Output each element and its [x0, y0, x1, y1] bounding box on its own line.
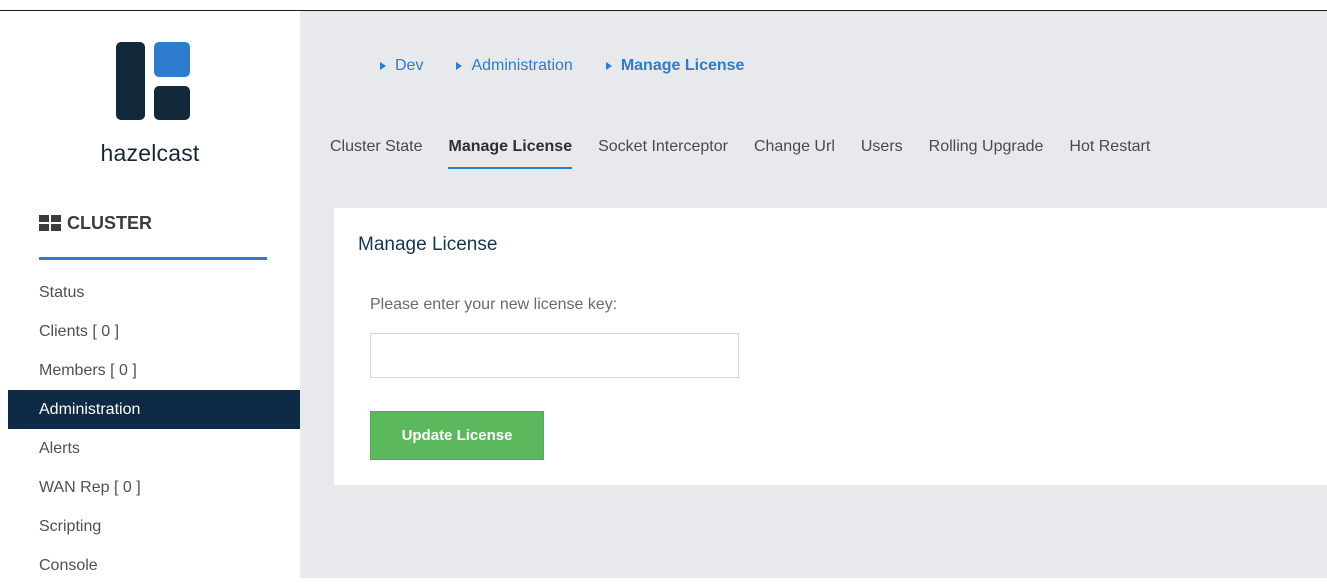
sidebar-item-console[interactable]: Console — [8, 546, 300, 585]
license-key-input[interactable] — [370, 333, 739, 378]
sidebar-item-clients[interactable]: Clients [ 0 ] — [8, 312, 300, 351]
sidebar-item-wan-rep[interactable]: WAN Rep [ 0 ] — [8, 468, 300, 507]
tab-manage-license[interactable]: Manage License — [448, 138, 573, 169]
update-license-button[interactable]: Update License — [370, 411, 544, 460]
license-key-label: Please enter your new license key: — [370, 296, 618, 313]
grid-icon — [39, 215, 61, 231]
breadcrumb-label: Dev — [395, 57, 424, 74]
tab-socket-interceptor[interactable]: Socket Interceptor — [598, 138, 728, 169]
breadcrumb-label: Manage License — [620, 57, 745, 74]
sidebar-item-members[interactable]: Members [ 0 ] — [8, 351, 300, 390]
manage-license-panel: Manage License Please enter your new lic… — [334, 208, 1327, 485]
tab-hot-restart[interactable]: Hot Restart — [1069, 138, 1150, 169]
breadcrumb-label: Administration — [471, 57, 573, 74]
sidebar-item-status[interactable]: Status — [8, 273, 300, 312]
tab-cluster-state[interactable]: Cluster State — [330, 138, 422, 169]
sidebar-item-administration[interactable]: Administration — [8, 390, 300, 429]
tab-users[interactable]: Users — [861, 138, 903, 169]
breadcrumb-administration[interactable]: Administration — [456, 57, 573, 75]
sidebar-nav: Status Clients [ 0 ] Members [ 0 ] Admin… — [8, 273, 300, 585]
admin-tabs: Cluster State Manage License Socket Inte… — [330, 138, 1176, 169]
sidebar-item-alerts[interactable]: Alerts — [8, 429, 300, 468]
cluster-section-header: CLUSTER — [39, 213, 152, 233]
sidebar: hazelcast CLUSTER Status Clients [ 0 ] M… — [0, 11, 300, 578]
breadcrumb-dev[interactable]: Dev — [380, 57, 423, 75]
panel-title: Manage License — [358, 234, 498, 255]
hazelcast-logo-icon — [116, 42, 190, 120]
caret-right-icon — [380, 62, 386, 70]
breadcrumb-manage-license[interactable]: Manage License — [605, 57, 745, 75]
breadcrumb: Dev Administration Manage License — [380, 57, 777, 75]
main-content: Dev Administration Manage License Cluste… — [300, 11, 1327, 578]
tab-rolling-upgrade[interactable]: Rolling Upgrade — [929, 138, 1044, 169]
caret-right-icon — [605, 62, 612, 70]
caret-right-icon — [456, 62, 463, 70]
section-underline — [39, 257, 267, 260]
tab-change-url[interactable]: Change Url — [754, 138, 835, 169]
section-title: CLUSTER — [67, 212, 152, 233]
brand-name: hazelcast — [100, 140, 200, 166]
sidebar-item-scripting[interactable]: Scripting — [8, 507, 300, 546]
